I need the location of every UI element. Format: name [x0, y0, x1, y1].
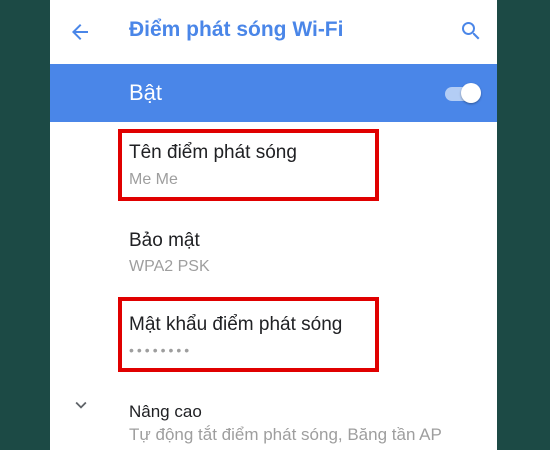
- settings-screen: Điểm phát sóng Wi-Fi Bật Tên điểm phát s…: [50, 0, 497, 450]
- hotspot-switch[interactable]: [443, 82, 481, 104]
- page-title: Điểm phát sóng Wi-Fi: [129, 18, 344, 41]
- security-value: WPA2 PSK: [129, 258, 210, 275]
- advanced-summary: Tự động tắt điểm phát sóng, Băng tần AP: [129, 425, 442, 444]
- advanced-setting[interactable]: Nâng cao Tự động tắt điểm phát sóng, Băn…: [50, 380, 497, 450]
- highlight-box-password: [118, 297, 379, 372]
- hotspot-toggle-label: Bật: [129, 80, 163, 105]
- arrow-back-icon[interactable]: [68, 20, 92, 44]
- chevron-down-icon: [70, 394, 92, 416]
- security-setting[interactable]: Bảo mật WPA2 PSK: [50, 208, 497, 294]
- hotspot-toggle-bar[interactable]: Bật: [50, 64, 497, 122]
- app-bar: Điểm phát sóng Wi-Fi: [50, 0, 497, 64]
- highlight-box-hotspot-name: [118, 129, 379, 201]
- security-title: Bảo mật: [129, 230, 200, 251]
- switch-thumb: [461, 83, 481, 103]
- advanced-title: Nâng cao: [129, 402, 202, 421]
- search-icon[interactable]: [459, 19, 483, 43]
